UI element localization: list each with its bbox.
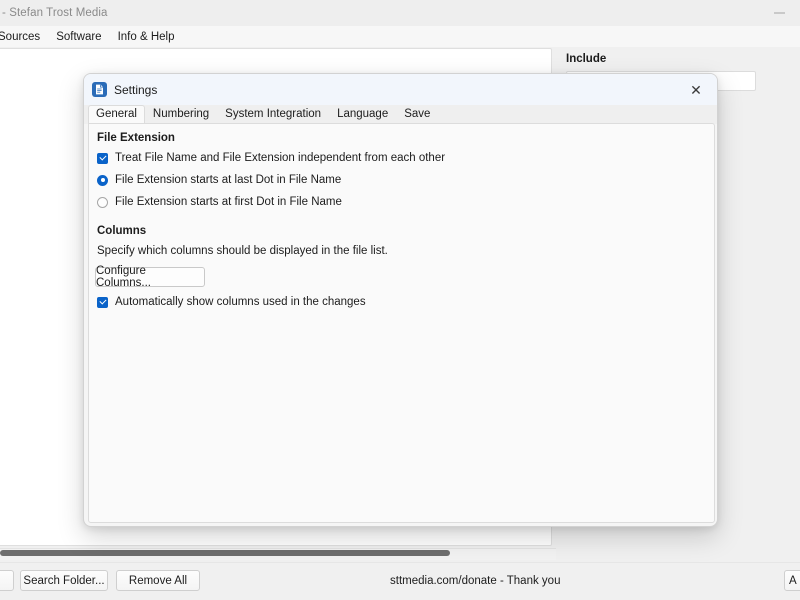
checkbox-treat-independent[interactable] — [97, 152, 108, 164]
donate-link-text[interactable]: sttmedia.com/donate - Thank you — [390, 575, 560, 587]
tab-save[interactable]: Save — [396, 105, 438, 124]
columns-description: Specify which columns should be displaye… — [97, 245, 388, 257]
checkbox-row-auto-show-columns[interactable]: Automatically show columns used in the c… — [97, 296, 366, 308]
menu-item-info-help[interactable]: Info & Help — [110, 29, 183, 45]
close-icon[interactable]: ✕ — [675, 74, 717, 105]
main-window-title: - Stefan Trost Media — [2, 7, 108, 19]
radio-first-dot[interactable] — [97, 196, 108, 208]
radio-row-first-dot[interactable]: File Extension starts at first Dot in Fi… — [97, 196, 342, 208]
radio-first-dot-label: File Extension starts at first Dot in Fi… — [115, 196, 342, 208]
main-window-titlebar: - Stefan Trost Media — [0, 0, 800, 26]
settings-dialog: Settings ✕ General Numbering System Inte… — [83, 73, 718, 527]
tab-system-integration[interactable]: System Integration — [217, 105, 329, 124]
menu-item-software[interactable]: Software — [48, 29, 109, 45]
include-label: Include — [566, 53, 607, 65]
file-extension-group-title: File Extension — [97, 132, 175, 144]
scrollbar-thumb[interactable] — [0, 550, 450, 556]
document-icon — [92, 82, 107, 97]
tab-numbering[interactable]: Numbering — [145, 105, 217, 124]
settings-tabstrip: General Numbering System Integration Lan… — [84, 105, 717, 125]
file-list-horizontal-scrollbar[interactable] — [0, 548, 556, 560]
tab-general[interactable]: General — [88, 105, 145, 125]
bottom-bar-button-clipped-left[interactable] — [0, 570, 14, 591]
menu-item-sources[interactable]: Sources — [0, 29, 48, 45]
radio-last-dot[interactable] — [97, 174, 108, 186]
minimize-icon[interactable] — [764, 4, 794, 22]
search-folder-button[interactable]: Search Folder... — [20, 570, 108, 591]
checkbox-row-treat-independent[interactable]: Treat File Name and File Extension indep… — [97, 152, 445, 164]
radio-row-last-dot[interactable]: File Extension starts at last Dot in Fil… — [97, 174, 341, 186]
checkbox-auto-show-columns[interactable] — [97, 296, 108, 308]
settings-dialog-titlebar: Settings ✕ — [84, 74, 717, 105]
remove-all-button[interactable]: Remove All — [116, 570, 200, 591]
tab-language[interactable]: Language — [329, 105, 396, 124]
bottom-bar-button-clipped-right[interactable]: A — [784, 570, 800, 591]
checkbox-auto-show-columns-label: Automatically show columns used in the c… — [115, 296, 366, 308]
main-window-bottom-bar: Search Folder... Remove All sttmedia.com… — [0, 562, 800, 600]
settings-dialog-title: Settings — [114, 82, 158, 97]
settings-general-panel: File Extension Treat File Name and File … — [88, 123, 715, 523]
configure-columns-button[interactable]: Configure Columns... — [95, 265, 205, 289]
radio-last-dot-label: File Extension starts at last Dot in Fil… — [115, 174, 342, 186]
columns-group-title: Columns — [97, 225, 147, 237]
checkbox-treat-independent-label: Treat File Name and File Extension indep… — [115, 152, 446, 164]
main-menubar: Sources Software Info & Help — [0, 26, 800, 47]
